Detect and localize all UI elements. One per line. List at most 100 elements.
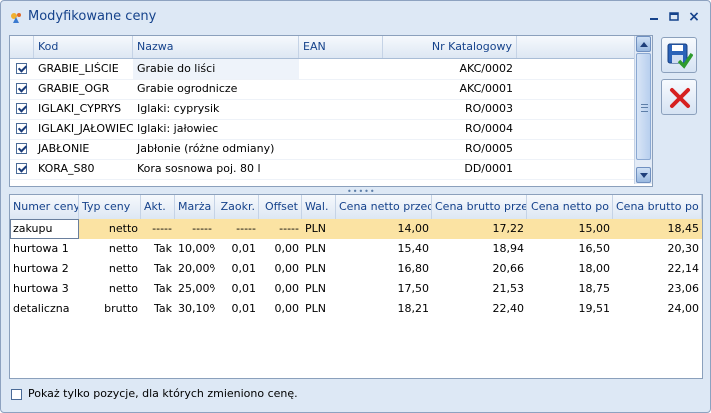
table-row[interactable]: zakupu netto ----- ----- ----- ----- PLN…: [10, 219, 702, 239]
save-button[interactable]: [661, 37, 697, 73]
cell-typ-ceny[interactable]: netto: [79, 219, 141, 239]
cell-waluta[interactable]: PLN: [302, 219, 336, 239]
grip-icon: [641, 104, 648, 112]
table-row[interactable]: IGLAKI_JAŁOWIEC Iglaki: jałowiec RO/0004: [10, 119, 634, 140]
cell-akt[interactable]: Tak: [141, 239, 175, 259]
header-offset[interactable]: Offset: [259, 195, 302, 219]
cell-cena-netto-po[interactable]: 18,75: [527, 279, 613, 299]
header-cena-netto-przed[interactable]: Cena netto przed: [336, 195, 432, 219]
header-akt[interactable]: Akt.: [141, 195, 175, 219]
cell-akt[interactable]: Tak: [141, 279, 175, 299]
header-cena-brutto-przed[interactable]: Cena brutto przed: [432, 195, 527, 219]
table-row[interactable]: hurtowa 2 netto Tak 20,00% 0,01 0,00 PLN…: [10, 259, 702, 279]
cell-nr-katalogowy: AKC/0002: [459, 62, 513, 75]
table-row[interactable]: JABŁONIE Jabłonie (różne odmiany) RO/000…: [10, 139, 634, 160]
table-row[interactable]: GRABIE_OGR Grabie ogrodnicze AKC/0001: [10, 79, 634, 100]
table-row[interactable]: GRABIE_LIŚCIE Grabie do liści AKC/0002: [10, 59, 634, 80]
header-cena-netto-po[interactable]: Cena netto po: [527, 195, 613, 219]
cell-cena-brutto-po[interactable]: 20,30: [613, 239, 702, 259]
cell-akt[interactable]: -----: [141, 219, 175, 239]
cell-offset[interactable]: 0,00: [259, 299, 302, 319]
cell-zaokr[interactable]: 0,01: [215, 279, 259, 299]
cell-waluta[interactable]: PLN: [302, 299, 336, 319]
cell-cena-netto-po[interactable]: 15,00: [527, 219, 613, 239]
table-row[interactable]: hurtowa 3 netto Tak 25,00% 0,01 0,00 PLN…: [10, 279, 702, 299]
show-changed-only-checkbox[interactable]: [11, 389, 22, 400]
cell-marza[interactable]: 30,10%: [175, 299, 215, 319]
scroll-thumb[interactable]: [636, 53, 651, 160]
cell-zaokr[interactable]: 0,01: [215, 299, 259, 319]
cell-waluta[interactable]: PLN: [302, 239, 336, 259]
cell-typ-ceny[interactable]: brutto: [79, 299, 141, 319]
header-nr-katalogowy[interactable]: Nr Katalogowy: [383, 36, 517, 58]
cell-cena-brutto-po[interactable]: 23,06: [613, 279, 702, 299]
cell-numer-ceny[interactable]: hurtowa 1: [10, 239, 79, 259]
cell-numer-ceny[interactable]: zakupu: [10, 219, 79, 239]
table-row[interactable]: hurtowa 1 netto Tak 10,00% 0,01 0,00 PLN…: [10, 239, 702, 259]
arrow-up-icon: [640, 42, 648, 47]
restore-icon[interactable]: [666, 9, 682, 25]
vertical-scrollbar[interactable]: [634, 36, 652, 184]
cell-numer-ceny[interactable]: detaliczna: [10, 299, 79, 319]
cell-marza[interactable]: 20,00%: [175, 259, 215, 279]
title-bar[interactable]: Modyfikowane ceny ×: [1, 1, 710, 33]
cell-akt[interactable]: Tak: [141, 299, 175, 319]
row-checkbox[interactable]: [16, 163, 27, 174]
scroll-down-button[interactable]: [636, 167, 651, 183]
header-kod[interactable]: Kod: [34, 36, 133, 58]
header-cena-brutto-po[interactable]: Cena brutto po: [613, 195, 702, 219]
cell-zaokr[interactable]: 0,01: [215, 259, 259, 279]
app-icon: [9, 11, 23, 25]
cell-cena-netto-przed: 18,21: [397, 302, 430, 315]
footer: Pokaż tylko pozycje, dla których zmienio…: [9, 385, 701, 405]
cell-cena-brutto-po[interactable]: 22,14: [613, 259, 702, 279]
cell-offset[interactable]: 0,00: [259, 259, 302, 279]
cell-typ-ceny[interactable]: netto: [79, 279, 141, 299]
cell-nr-katalogowy: RO/0003: [464, 102, 513, 115]
cell-typ-ceny[interactable]: netto: [79, 239, 141, 259]
cell-nazwa: Kora sosnowa poj. 80 l: [137, 162, 261, 175]
cell-offset[interactable]: 0,00: [259, 279, 302, 299]
row-checkbox[interactable]: [16, 63, 27, 74]
cell-waluta[interactable]: PLN: [302, 259, 336, 279]
header-numer-ceny[interactable]: Numer ceny: [10, 195, 79, 219]
header-waluta[interactable]: Wal.: [302, 195, 336, 219]
cell-numer-ceny[interactable]: hurtowa 3: [10, 279, 79, 299]
table-row[interactable]: IGLAKI_CYPRYS Iglaki: cyprysik RO/0003: [10, 99, 634, 120]
cell-marza[interactable]: 25,00%: [175, 279, 215, 299]
close-icon[interactable]: ×: [686, 9, 702, 25]
cell-offset[interactable]: 0,00: [259, 239, 302, 259]
cell-cena-netto-po[interactable]: 16,50: [527, 239, 613, 259]
header-ean[interactable]: EAN: [299, 36, 383, 58]
cell-numer-ceny[interactable]: hurtowa 2: [10, 259, 79, 279]
row-checkbox[interactable]: [16, 143, 27, 154]
row-checkbox[interactable]: [16, 83, 27, 94]
show-changed-only-label[interactable]: Pokaż tylko pozycje, dla których zmienio…: [28, 387, 298, 400]
cell-zaokr[interactable]: -----: [215, 219, 259, 239]
cell-kod: KORA_S80: [38, 162, 95, 175]
cell-marza[interactable]: -----: [175, 219, 215, 239]
cell-typ-ceny[interactable]: netto: [79, 259, 141, 279]
header-marza[interactable]: Marża: [175, 195, 215, 219]
cell-cena-netto-po[interactable]: 19,51: [527, 299, 613, 319]
minimize-icon[interactable]: [646, 9, 662, 25]
cell-cena-brutto-po[interactable]: 24,00: [613, 299, 702, 319]
table-row[interactable]: KORA_S80 Kora sosnowa poj. 80 l DD/0001: [10, 159, 634, 180]
scroll-up-button[interactable]: [636, 36, 651, 52]
panel-splitter[interactable]: •••••: [9, 185, 701, 196]
cell-waluta[interactable]: PLN: [302, 279, 336, 299]
header-typ-ceny[interactable]: Typ ceny: [79, 195, 141, 219]
cell-cena-brutto-przed: 20,66: [492, 262, 525, 275]
cell-marza[interactable]: 10,00%: [175, 239, 215, 259]
header-nazwa[interactable]: Nazwa: [133, 36, 299, 58]
row-checkbox[interactable]: [16, 103, 27, 114]
cell-cena-netto-po[interactable]: 18,00: [527, 259, 613, 279]
header-zaokr[interactable]: Zaokr.: [215, 195, 259, 219]
cancel-button[interactable]: [661, 79, 697, 115]
table-row[interactable]: detaliczna brutto Tak 30,10% 0,01 0,00 P…: [10, 299, 702, 319]
row-checkbox[interactable]: [16, 123, 27, 134]
cell-zaokr[interactable]: 0,01: [215, 239, 259, 259]
cell-cena-brutto-po[interactable]: 18,45: [613, 219, 702, 239]
cell-offset[interactable]: -----: [259, 219, 302, 239]
cell-akt[interactable]: Tak: [141, 259, 175, 279]
